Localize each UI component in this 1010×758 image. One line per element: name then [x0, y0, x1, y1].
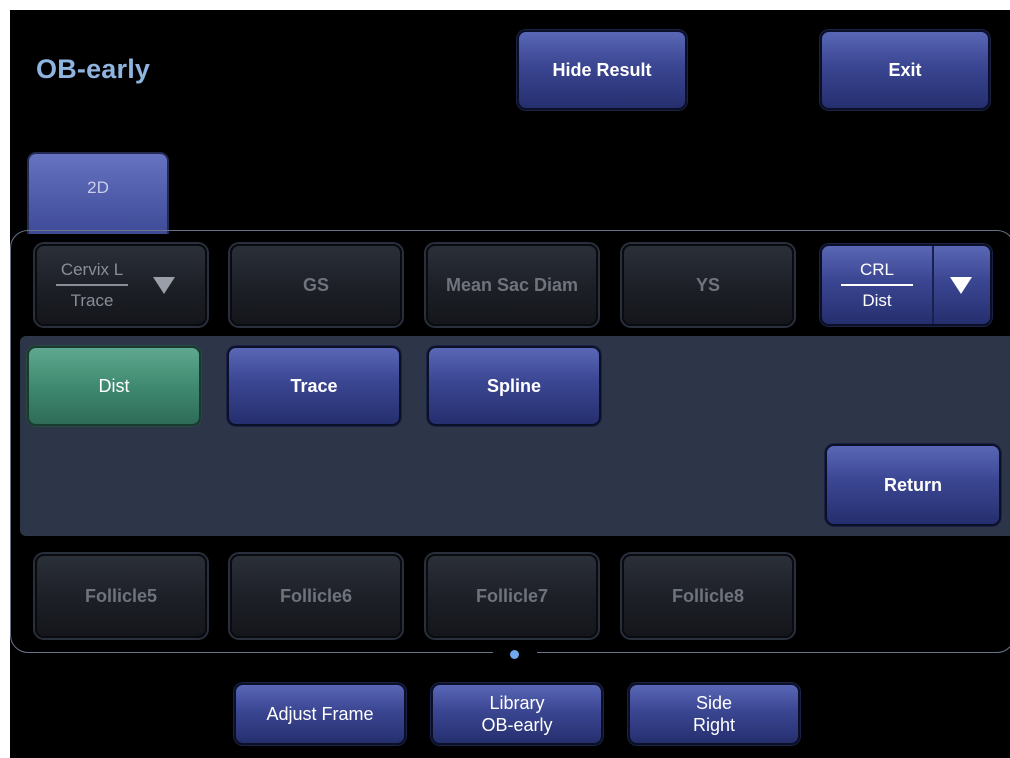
library-button[interactable]: Library OB-early [431, 683, 603, 745]
ultrasound-touch-screen: OB-early Hide Result Exit 2D Cervix L Tr… [10, 10, 1010, 758]
divider [841, 284, 913, 286]
dropdown-separator [932, 246, 934, 324]
cervix-top-label: Cervix L [60, 260, 124, 279]
tab-2d-label: 2D [87, 178, 109, 197]
adjust-frame-button[interactable]: Adjust Frame [234, 683, 406, 745]
crl-dropdown[interactable]: CRL Dist [820, 244, 992, 326]
ys-button[interactable]: YS [622, 244, 794, 326]
chevron-down-icon [153, 276, 175, 294]
return-button[interactable]: Return [825, 444, 1001, 526]
gs-button[interactable]: GS [230, 244, 402, 326]
follicle7-button[interactable]: Follicle7 [426, 554, 598, 638]
side-value: Right [692, 715, 736, 735]
mean-sac-diam-button[interactable]: Mean Sac Diam [426, 244, 598, 326]
dist-tool-button[interactable]: Dist [27, 346, 201, 426]
follicle6-button[interactable]: Follicle6 [230, 554, 402, 638]
crl-top-label: CRL [859, 260, 894, 279]
follicle8-button[interactable]: Follicle8 [622, 554, 794, 638]
divider [56, 284, 128, 286]
chevron-down-icon [950, 276, 972, 294]
follicle5-button[interactable]: Follicle5 [35, 554, 207, 638]
crl-bottom-label: Dist [862, 291, 892, 310]
library-label: Library [489, 692, 545, 713]
side-button[interactable]: Side Right [628, 683, 800, 745]
spline-tool-button[interactable]: Spline [427, 346, 601, 426]
page-indicator-dot[interactable] [510, 650, 519, 659]
cervix-bottom-label: Trace [70, 291, 114, 310]
hide-result-button[interactable]: Hide Result [517, 30, 687, 110]
tab-2d[interactable]: 2D [27, 152, 169, 234]
trace-tool-button[interactable]: Trace [227, 346, 401, 426]
exit-button[interactable]: Exit [820, 30, 990, 110]
side-label: Side [695, 692, 733, 713]
page-title: OB-early [36, 54, 151, 84]
cervix-length-dropdown[interactable]: Cervix L Trace [35, 244, 207, 326]
library-value: OB-early [481, 715, 553, 735]
